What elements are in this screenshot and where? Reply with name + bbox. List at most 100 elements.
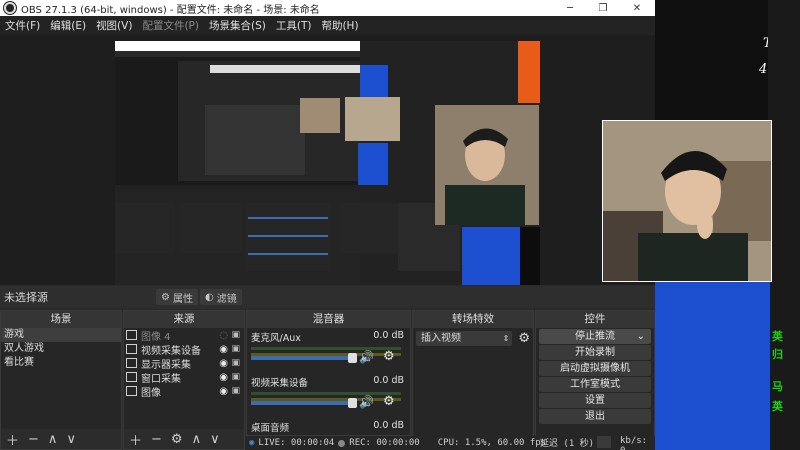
- source-item[interactable]: 显示器采集 ◉ ▣: [124, 356, 244, 371]
- lock-icon[interactable]: ▣: [231, 330, 240, 340]
- volume-slider[interactable]: [251, 398, 357, 408]
- lock-icon[interactable]: ▣: [231, 386, 240, 396]
- image-icon: [126, 386, 137, 396]
- cpu-stats: CPU: 1.5%, 60.00 fps: [437, 438, 547, 448]
- overlay-text: 英: [772, 330, 783, 343]
- move-up-button[interactable]: ∧: [192, 432, 202, 447]
- scene-item[interactable]: 双人游戏: [1, 342, 121, 356]
- sources-header: 来源: [124, 311, 244, 328]
- overlay-banner: TTT 412: [655, 0, 790, 120]
- scenes-header: 场景: [1, 311, 121, 328]
- eye-hidden-icon[interactable]: ◌: [219, 330, 228, 341]
- scene-item[interactable]: 看比赛: [1, 356, 121, 370]
- move-down-button[interactable]: ∨: [66, 432, 76, 447]
- transitions-dock: 转场特效 插入视频 ⇕ ⚙: [412, 310, 534, 450]
- add-scene-button[interactable]: ＋: [6, 430, 19, 449]
- menu-scene-collection[interactable]: 场景集合(S): [204, 18, 271, 33]
- remove-source-button[interactable]: −: [151, 432, 162, 447]
- move-down-button[interactable]: ∨: [210, 432, 220, 447]
- mixer-header: 混音器: [247, 311, 410, 328]
- monitor-icon: [126, 358, 137, 368]
- mixer-dock: 混音器 麦克风/Aux 0.0 dB 🔊 ⚙ 视频采集设备 0.0 dB 🔊 ⚙…: [246, 310, 411, 436]
- menu-edit[interactable]: 编辑(E): [45, 18, 91, 33]
- volume-meter: [251, 392, 401, 395]
- properties-button[interactable]: ⚙ 属性: [156, 289, 198, 305]
- overlay-blue-panel: [655, 282, 770, 450]
- sources-toolbar: ＋ − ⚙ ∧ ∨: [124, 429, 244, 449]
- overlay-text: 英: [772, 400, 783, 413]
- source-toolbar: 未选择源 ⚙ 属性 ◐ 滤镜: [0, 286, 655, 308]
- remove-scene-button[interactable]: −: [28, 432, 39, 447]
- overlay-text: 归: [772, 348, 783, 361]
- live-time: LIVE: 00:00:04: [258, 438, 335, 448]
- menu-help[interactable]: 帮助(H): [316, 18, 363, 33]
- scenes-toolbar: ＋ − ∧ ∨: [1, 429, 121, 449]
- source-item[interactable]: 图像 ◉ ▣: [124, 384, 244, 399]
- obs-logo-icon: [4, 2, 16, 14]
- speaker-icon[interactable]: 🔊: [359, 395, 374, 409]
- lock-icon[interactable]: ▣: [231, 372, 240, 382]
- title-bar: OBS 27.1.3 (64-bit, windows) - 配置文件: 未命名…: [0, 0, 655, 16]
- slider-handle[interactable]: [348, 353, 357, 363]
- spinner-icon: ⇕: [502, 334, 510, 343]
- volume-meter: [251, 347, 401, 350]
- source-item[interactable]: 图像 4 ◌ ▣: [124, 328, 244, 343]
- source-item[interactable]: 窗口采集 ◉ ▣: [124, 370, 244, 385]
- eye-icon[interactable]: ◉: [219, 358, 228, 369]
- studio-mode-button[interactable]: 工作室模式: [539, 377, 651, 392]
- eye-icon[interactable]: ◉: [219, 386, 228, 397]
- mixer-channel: 视频采集设备 0.0 dB 🔊 ⚙: [251, 375, 404, 409]
- scene-item[interactable]: 游戏: [1, 328, 121, 342]
- mixer-channel: 麦克风/Aux 0.0 dB 🔊 ⚙: [251, 330, 404, 364]
- filters-button[interactable]: ◐ 滤镜: [200, 289, 242, 305]
- window-icon: [126, 372, 137, 382]
- move-up-button[interactable]: ∧: [48, 432, 58, 447]
- selected-source-label: 未选择源: [4, 291, 48, 304]
- preview-canvas[interactable]: [0, 35, 655, 285]
- sources-dock: 来源 图像 4 ◌ ▣ 视频采集设备 ◉ ▣ 显示器采集 ◉ ▣ 窗口采集 ◉ …: [123, 310, 245, 450]
- bitrate: kb/s: 0: [620, 436, 648, 450]
- rec-time: REC: 00:00:00: [349, 438, 420, 448]
- restore-button[interactable]: ❐: [588, 0, 618, 16]
- image-icon: [126, 330, 137, 340]
- overlay-text: 马: [772, 380, 783, 393]
- add-source-button[interactable]: ＋: [129, 430, 142, 449]
- transitions-header: 转场特效: [413, 311, 533, 328]
- settings-button[interactable]: 设置: [539, 393, 651, 408]
- stream-delay: 延迟 (1 秒): [540, 439, 595, 449]
- speaker-icon[interactable]: 🔊: [359, 350, 374, 364]
- scenes-dock: 场景 游戏 双人游戏 看比赛 ＋ − ∧ ∨: [0, 310, 122, 450]
- rec-indicator-icon: [338, 439, 346, 447]
- gear-icon[interactable]: ⚙: [383, 349, 395, 364]
- transition-select[interactable]: 插入视频 ⇕: [416, 331, 513, 346]
- gear-icon[interactable]: ⚙: [518, 331, 530, 346]
- menu-bar: 文件(F) 编辑(E) 视图(V) 配置文件(P) 场景集合(S) 工具(T) …: [0, 16, 655, 35]
- eye-icon[interactable]: ◉: [219, 344, 228, 355]
- menu-tools[interactable]: 工具(T): [271, 18, 317, 33]
- close-button[interactable]: ✕: [622, 0, 652, 16]
- lock-icon[interactable]: ▣: [231, 344, 240, 354]
- filter-icon: ◐: [205, 291, 214, 303]
- menu-profile[interactable]: 配置文件(P): [137, 18, 204, 33]
- stop-streaming-button[interactable]: 停止推流 ⌄: [539, 329, 651, 344]
- minimize-button[interactable]: ─: [555, 0, 585, 16]
- chevron-down-icon[interactable]: ⌄: [637, 329, 645, 344]
- menu-file[interactable]: 文件(F): [0, 18, 45, 33]
- gear-icon[interactable]: ⚙: [383, 394, 395, 409]
- webcam-image: [603, 121, 771, 281]
- lock-icon[interactable]: ▣: [231, 358, 240, 368]
- webcam-preview: [602, 120, 772, 282]
- slider-handle[interactable]: [348, 398, 357, 408]
- gear-icon: ⚙: [161, 291, 170, 303]
- volume-slider[interactable]: [251, 353, 357, 363]
- exit-button[interactable]: 退出: [539, 409, 651, 424]
- bitrate-indicator: [597, 436, 611, 448]
- source-item[interactable]: 视频采集设备 ◉ ▣: [124, 342, 244, 357]
- source-settings-button[interactable]: ⚙: [171, 432, 183, 447]
- eye-icon[interactable]: ◉: [219, 372, 228, 383]
- menu-view[interactable]: 视图(V): [91, 18, 137, 33]
- window-title: OBS 27.1.3 (64-bit, windows) - 配置文件: 未命名…: [21, 4, 320, 16]
- start-virtual-camera-button[interactable]: 启动虚拟摄像机: [539, 361, 651, 376]
- start-recording-button[interactable]: 开始录制: [539, 345, 651, 360]
- controls-header: 控件: [536, 311, 654, 328]
